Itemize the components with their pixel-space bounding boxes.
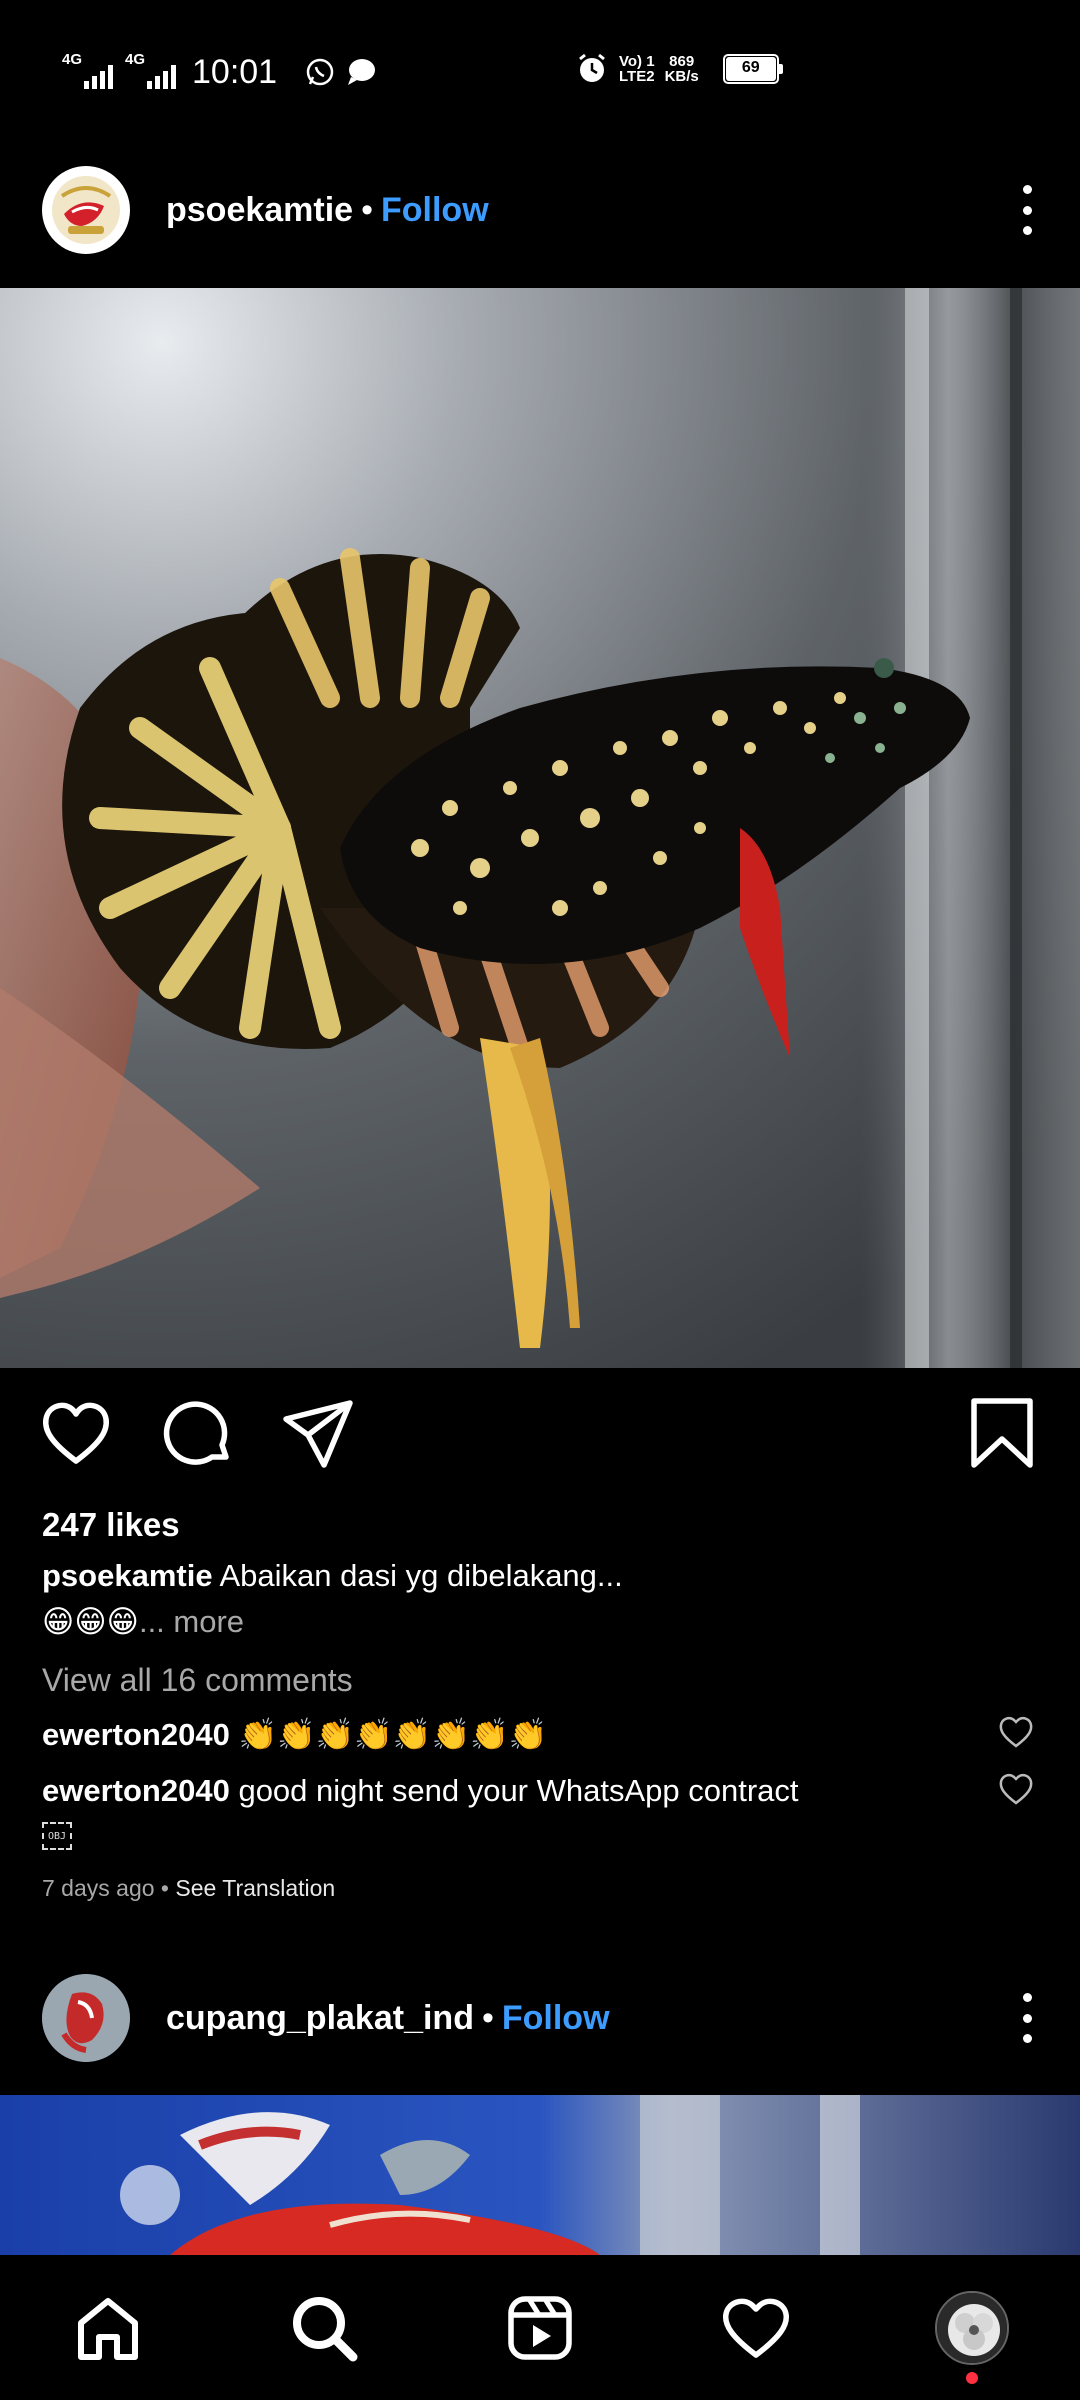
nav-home[interactable]: [68, 2288, 148, 2368]
post-timestamp: 7 days ago: [42, 1875, 155, 1901]
share-icon[interactable]: [280, 1395, 356, 1471]
volte-indicator: Vo) 1 LTE2: [619, 53, 655, 85]
nav-reels[interactable]: [500, 2288, 580, 2368]
activity-heart-icon: [722, 2298, 790, 2358]
profile-avatar: [935, 2290, 1009, 2365]
search-icon: [293, 2296, 358, 2361]
post-author-username[interactable]: psoekamtie: [166, 191, 353, 230]
separator-dot: •: [481, 1998, 494, 2037]
more-options-icon[interactable]: [1012, 185, 1042, 235]
heart-icon[interactable]: [38, 1395, 114, 1471]
signal-1-icon: 4G: [60, 51, 113, 89]
post-author-username[interactable]: cupang_plakat_ind: [166, 1999, 474, 2038]
comment-like-heart-icon[interactable]: [998, 1772, 1034, 1806]
nav-search[interactable]: [284, 2288, 364, 2368]
whatsapp-icon: [306, 58, 334, 86]
comment-username[interactable]: ewerton2040: [42, 1773, 230, 1808]
nav-activity[interactable]: [716, 2288, 796, 2368]
bottom-navigation: [0, 2255, 1080, 2400]
comment: ewerton2040 👏👏👏👏👏👏👏👏: [42, 1716, 547, 1753]
more-link[interactable]: ... more: [139, 1604, 244, 1639]
likes-count[interactable]: 247 likes: [42, 1506, 180, 1544]
caption-emojis: 😁😁😁: [42, 1604, 139, 1639]
battery-level: 69: [725, 57, 776, 81]
post-timestamp-row: 7 days ago • See Translation: [42, 1875, 335, 1902]
post-image[interactable]: [0, 2095, 1080, 2255]
clock: 10:01: [192, 52, 278, 91]
object-replacement-glyph: OBJ: [42, 1822, 72, 1850]
status-bar: 4G 4G 10:01 Vo) 1 LTE2 869 KB/s 69: [0, 0, 1080, 145]
reels-icon: [508, 2295, 572, 2360]
comment: ewerton2040 good night send your WhatsAp…: [42, 1773, 799, 1809]
follow-button[interactable]: Follow: [381, 191, 489, 230]
caption: psoekamtie Abaikan dasi yg dibelakang...: [42, 1558, 623, 1594]
network-type-2: 4G: [125, 51, 146, 68]
bookmark-icon[interactable]: [964, 1395, 1040, 1471]
comment-icon[interactable]: [160, 1395, 236, 1471]
separator-dot: •: [361, 190, 373, 229]
post-header: cupang_plakat_ind • Follow: [0, 1963, 1080, 2073]
nav-profile[interactable]: [932, 2288, 1012, 2384]
separator-dot: •: [160, 1875, 169, 1901]
network-type-1: 4G: [62, 51, 83, 68]
home-icon: [78, 2297, 138, 2360]
post-actions: [0, 1395, 1080, 1475]
signal-2-icon: 4G: [123, 51, 176, 89]
post-author-avatar[interactable]: [42, 1974, 130, 2062]
caption-username[interactable]: psoekamtie: [42, 1558, 213, 1593]
comment-username[interactable]: ewerton2040: [42, 1717, 230, 1752]
comment-text: good night send your WhatsApp contract: [238, 1773, 799, 1808]
network-speed: 869 KB/s: [664, 53, 699, 85]
status-left: 4G 4G 10:01: [60, 50, 377, 94]
comment-like-heart-icon[interactable]: [998, 1715, 1034, 1749]
follow-button[interactable]: Follow: [502, 1999, 610, 2038]
caption-text: Abaikan dasi yg dibelakang...: [219, 1558, 623, 1593]
post-author-avatar[interactable]: [42, 166, 130, 254]
alarm-icon: [579, 53, 605, 82]
more-options-icon[interactable]: [1012, 1993, 1042, 2043]
message-bubble-icon: [348, 59, 376, 85]
caption-continued: 😁😁😁... more: [42, 1604, 244, 1640]
post-header: psoekamtie • Follow: [0, 155, 1080, 265]
comment-text: 👏👏👏👏👏👏👏👏: [238, 1717, 548, 1752]
status-right: Vo) 1 LTE2 869 KB/s 69: [575, 52, 783, 86]
notification-dot: [966, 2371, 978, 2384]
post-image[interactable]: [0, 288, 1080, 1368]
view-all-comments-link[interactable]: View all 16 comments: [42, 1662, 353, 1699]
see-translation-link[interactable]: See Translation: [175, 1875, 335, 1901]
battery-icon: 69: [722, 54, 783, 84]
